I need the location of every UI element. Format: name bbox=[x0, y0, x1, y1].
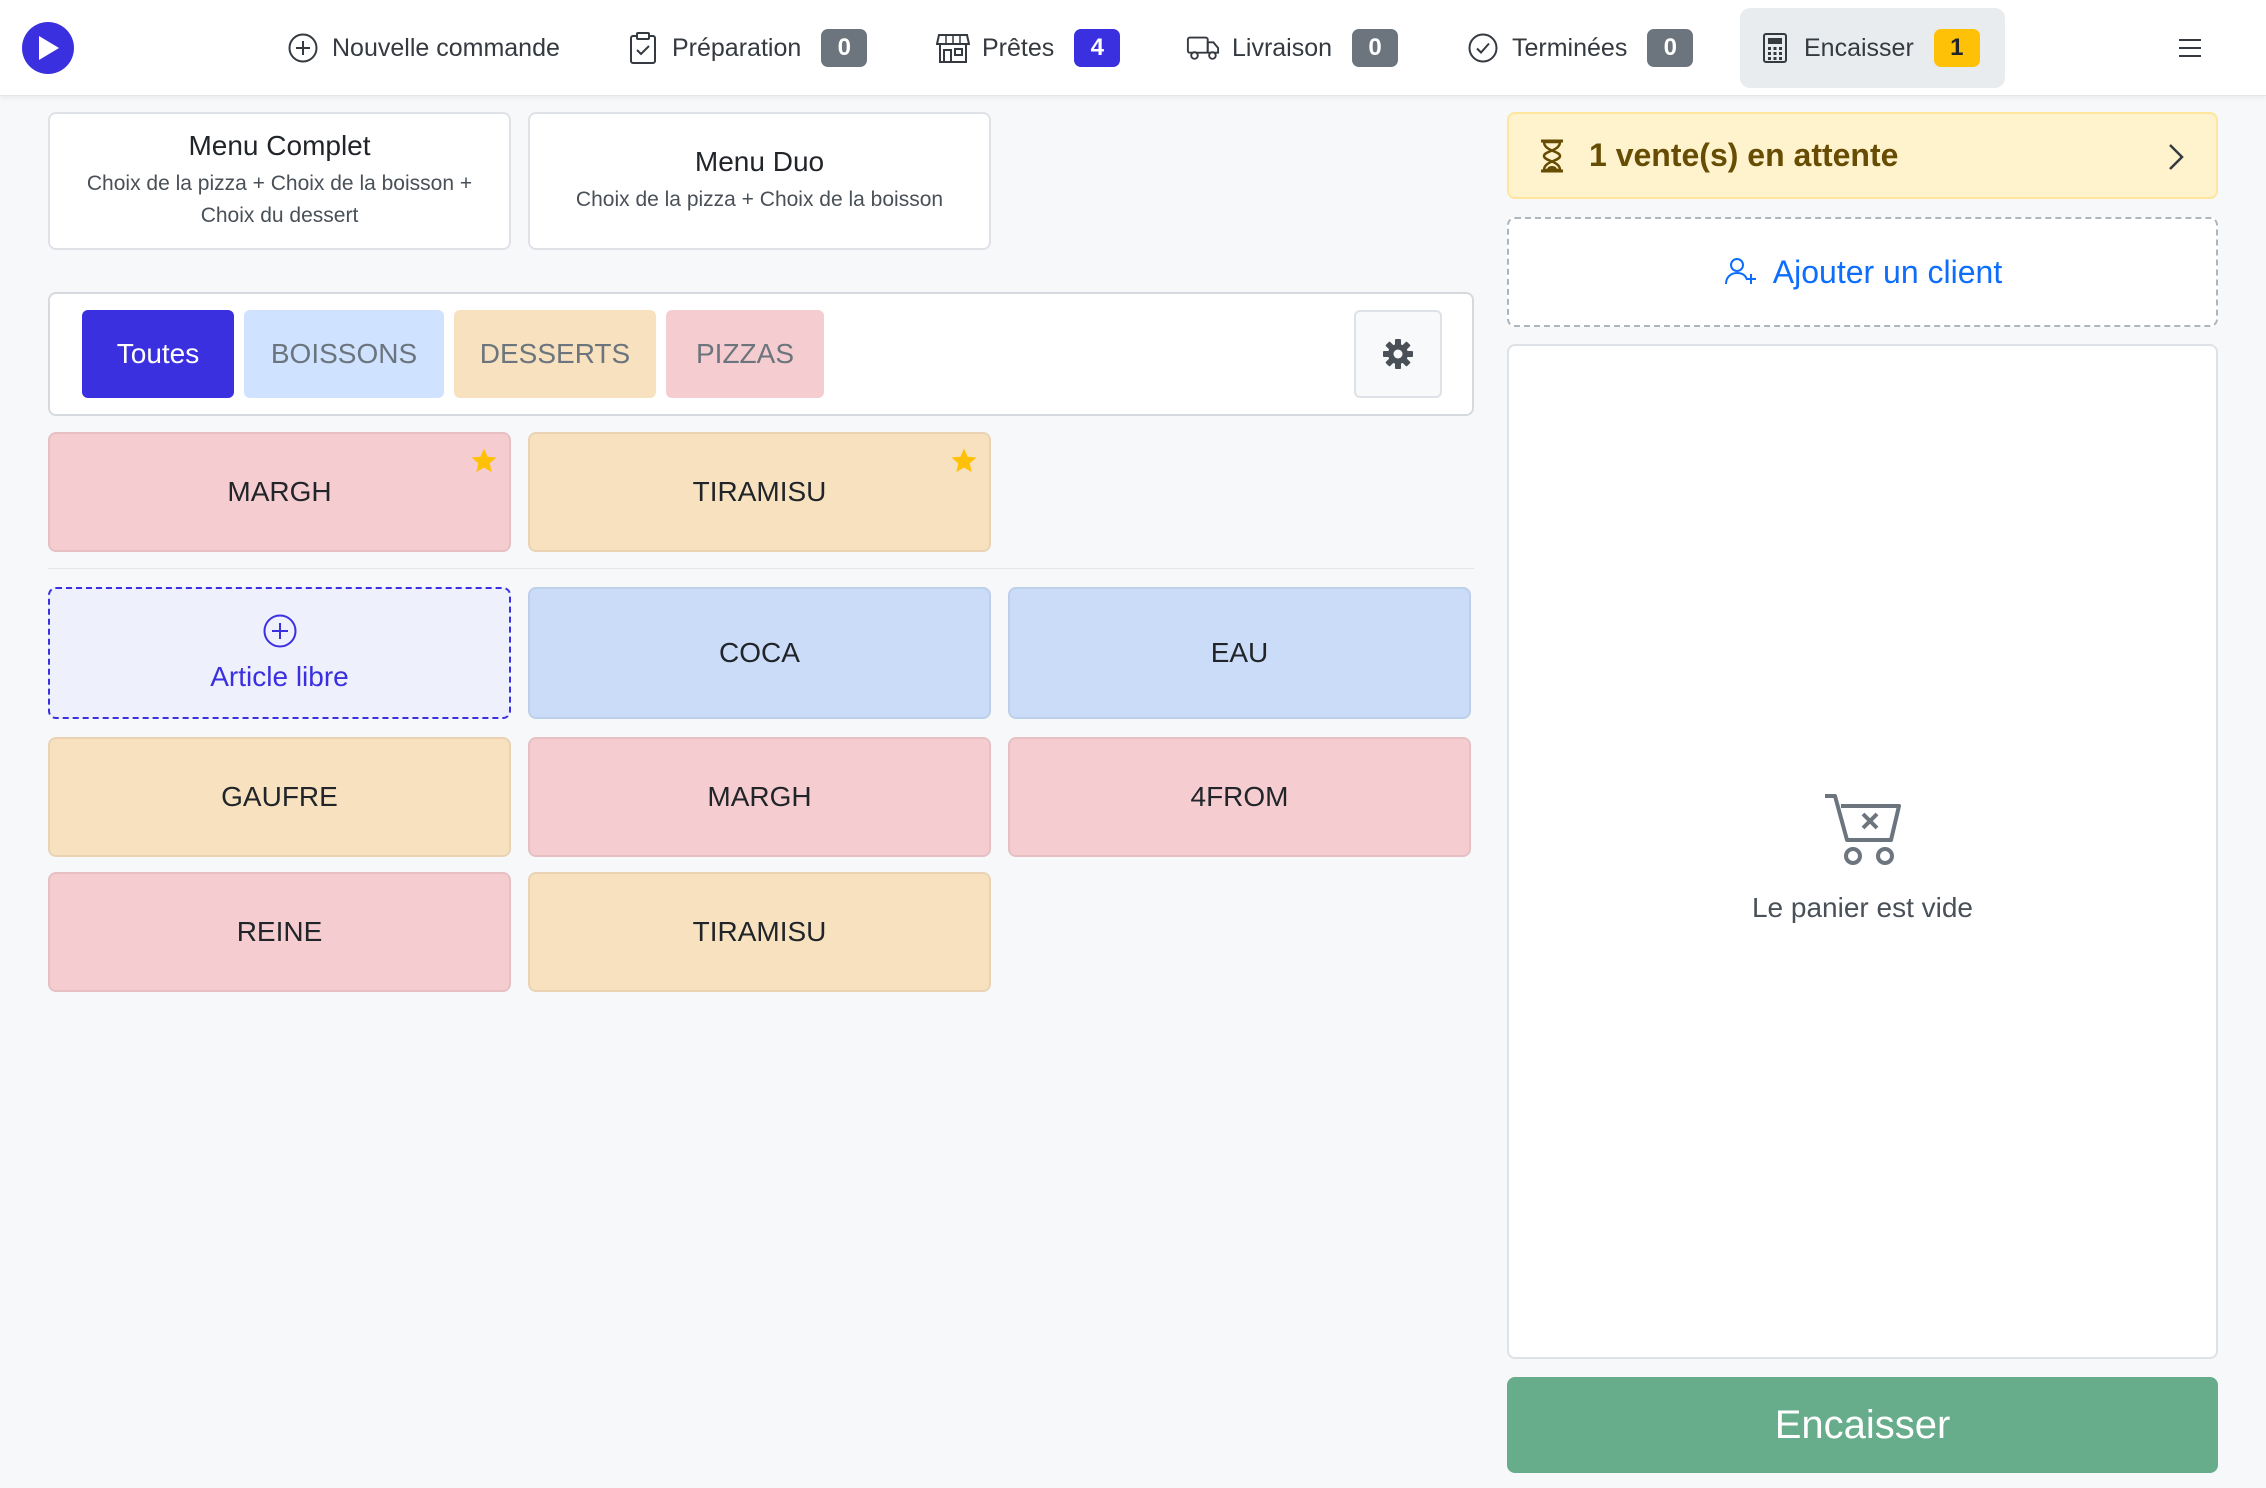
nav-label: Livraison bbox=[1232, 33, 1333, 62]
product-label: MARGH bbox=[707, 781, 812, 812]
nav-completed[interactable]: Terminées 0 bbox=[1448, 8, 1711, 88]
product-tile-margh[interactable]: MARGH bbox=[528, 737, 991, 857]
empty-cart-text: Le panier est vide bbox=[1751, 892, 1974, 923]
person-add-icon bbox=[1724, 258, 1756, 285]
gear-icon bbox=[1383, 339, 1413, 369]
pending-label: 1 vente(s) en attente bbox=[1589, 137, 1899, 173]
product-label: GAUFRE bbox=[221, 781, 338, 812]
settings-button[interactable] bbox=[1354, 310, 1442, 398]
product-tile-coca[interactable]: COCA bbox=[528, 587, 991, 719]
product-label: TIRAMISU bbox=[692, 476, 827, 507]
star-icon bbox=[471, 448, 497, 473]
cart-panel: Le panier est vide bbox=[1507, 344, 2218, 1359]
nav-ready[interactable]: Prêtes 4 bbox=[918, 8, 1138, 88]
product-label: MARGH bbox=[227, 476, 332, 507]
favorite-tile-tiramisu[interactable]: TIRAMISU bbox=[528, 432, 991, 552]
nav-label: Nouvelle commande bbox=[332, 33, 560, 62]
plus-circle-icon bbox=[263, 614, 296, 648]
product-tile-4from[interactable]: 4FROM bbox=[1008, 737, 1471, 857]
calculator-icon bbox=[1758, 31, 1792, 65]
product-label: TIRAMISU bbox=[692, 916, 827, 947]
shop-icon bbox=[936, 31, 970, 65]
nav-label: Préparation bbox=[672, 33, 802, 62]
count-badge: 0 bbox=[821, 29, 868, 67]
product-tile-tiramisu[interactable]: TIRAMISU bbox=[528, 872, 991, 992]
product-label: COCA bbox=[719, 637, 800, 668]
check-circle-icon bbox=[1466, 31, 1500, 65]
add-client-button[interactable]: Ajouter un client bbox=[1507, 217, 2218, 327]
filter-desserts[interactable]: DESSERTS bbox=[454, 310, 656, 398]
nav-label: Prêtes bbox=[982, 33, 1055, 62]
product-label: REINE bbox=[236, 916, 323, 947]
app-logo[interactable] bbox=[22, 22, 74, 74]
count-badge: 1 bbox=[1933, 29, 1980, 67]
favorite-tile-margh[interactable]: MARGH bbox=[48, 432, 511, 552]
hamburger-icon bbox=[2179, 39, 2201, 57]
menu-card-duo[interactable]: Menu Duo Choix de la pizza + Choix de la… bbox=[528, 112, 991, 250]
hourglass-icon bbox=[1541, 139, 1563, 172]
hamburger-menu-button[interactable] bbox=[2172, 30, 2208, 66]
menu-title: Menu Complet bbox=[188, 130, 371, 161]
star-icon bbox=[951, 448, 977, 473]
checkout-button[interactable]: Encaisser bbox=[1507, 1377, 2218, 1473]
nav-new-order[interactable]: Nouvelle commande bbox=[268, 8, 578, 88]
menu-card-complet[interactable]: Menu Complet Choix de la pizza + Choix d… bbox=[48, 112, 511, 250]
filter-boissons[interactable]: BOISSONS bbox=[244, 310, 444, 398]
menu-description: Choix de la pizza + Choix de la boisson bbox=[575, 188, 944, 211]
chevron-right-icon bbox=[2169, 144, 2184, 170]
top-navbar: Nouvelle commande Préparation 0 Prêtes 4… bbox=[0, 0, 2266, 96]
nav-label: Encaisser bbox=[1804, 33, 1914, 62]
product-label: EAU bbox=[1210, 637, 1269, 668]
count-badge: 0 bbox=[1352, 29, 1399, 67]
product-label: 4FROM bbox=[1190, 781, 1289, 812]
pending-sales-banner[interactable]: 1 vente(s) en attente bbox=[1507, 112, 2218, 199]
nav-delivery[interactable]: Livraison 0 bbox=[1168, 8, 1416, 88]
count-badge: 4 bbox=[1074, 29, 1121, 67]
cart-x-icon bbox=[1825, 794, 1901, 865]
section-divider bbox=[48, 568, 1474, 569]
menu-title: Menu Duo bbox=[694, 146, 825, 177]
nav-checkout[interactable]: Encaisser 1 bbox=[1740, 8, 2005, 88]
product-tile-gaufre[interactable]: GAUFRE bbox=[48, 737, 511, 857]
menu-description: Choix de la pizza + Choix de la boisson … bbox=[86, 172, 473, 227]
plus-circle-icon bbox=[286, 31, 320, 65]
filter-pizzas[interactable]: PIZZAS bbox=[666, 310, 824, 398]
product-tile-eau[interactable]: EAU bbox=[1008, 587, 1471, 719]
truck-icon bbox=[1186, 31, 1220, 65]
count-badge: 0 bbox=[1647, 29, 1694, 67]
clipboard-icon bbox=[626, 31, 660, 65]
add-client-label: Ajouter un client bbox=[1772, 253, 2003, 290]
nav-label: Terminées bbox=[1512, 33, 1628, 62]
product-tile-reine[interactable]: REINE bbox=[48, 872, 511, 992]
nav-preparation[interactable]: Préparation 0 bbox=[608, 8, 885, 88]
free-article-button[interactable]: Article libre bbox=[48, 587, 511, 719]
play-icon bbox=[39, 36, 59, 60]
category-filter-bar: Toutes BOISSONS DESSERTS PIZZAS bbox=[48, 292, 1474, 416]
free-article-label: Article libre bbox=[210, 661, 349, 692]
filter-all[interactable]: Toutes bbox=[82, 310, 234, 398]
